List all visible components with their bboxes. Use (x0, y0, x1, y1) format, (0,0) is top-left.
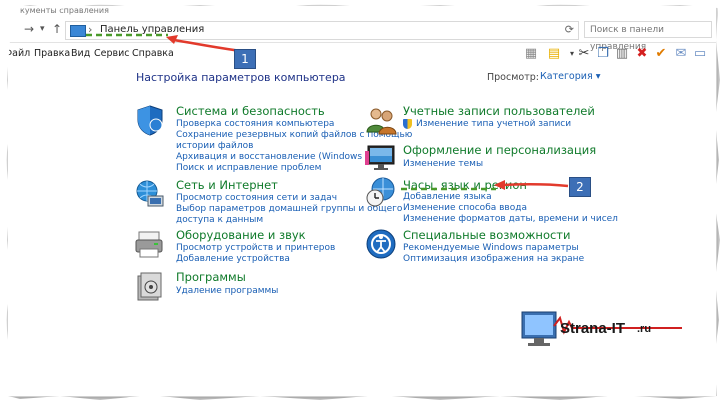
link-troubleshoot[interactable]: Поиск и исправление проблем (176, 163, 321, 174)
category-title-user-accounts[interactable]: Учетные записи пользователей (403, 104, 595, 118)
breadcrumb-control-panel[interactable]: Панель управления (100, 24, 204, 35)
annotation-badge-2: 2 (569, 177, 591, 197)
category-title-network-internet[interactable]: Сеть и Интернет (176, 178, 278, 192)
recent-dropdown-icon[interactable]: ▾ (40, 24, 45, 34)
category-title-system-security[interactable]: Система и безопасность (176, 104, 325, 118)
link-optimize-display[interactable]: Оптимизация изображения на экране (403, 254, 584, 265)
shield-icon (137, 105, 163, 136)
menu-help[interactable]: Справка (132, 48, 174, 59)
folder-icon[interactable]: ▤ (546, 46, 562, 62)
annotation-badge-1: 1 (234, 49, 256, 69)
view-by-dropdown[interactable]: Категория ▾ (536, 69, 604, 84)
clipped-window-title: кументы справления (20, 6, 109, 15)
printer-icon (135, 231, 163, 258)
page-title: Настройка параметров компьютера (136, 71, 346, 84)
link-network-status[interactable]: Просмотр состояния сети и задач (176, 193, 337, 204)
category-title-ease-of-access[interactable]: Специальные возможности (403, 228, 570, 242)
link-change-theme[interactable]: Изменение темы (403, 159, 483, 170)
link-homegroup-sharing-cont[interactable]: доступа к данным (176, 215, 263, 226)
link-change-input-method[interactable]: Изменение способа ввода (403, 203, 527, 214)
menu-edit[interactable]: Правка (34, 48, 70, 59)
link-file-history-backup-cont[interactable]: истории файлов (176, 141, 253, 152)
forward-arrow-icon[interactable]: → (24, 22, 34, 36)
link-uninstall-program[interactable]: Удаление программы (176, 286, 278, 297)
delete-icon[interactable]: ✖ (634, 46, 650, 62)
watermark-logo: Strana-IT .ru (516, 306, 686, 358)
menu-tools[interactable]: Сервис (94, 48, 130, 59)
breadcrumb-chevron-icon[interactable]: › (88, 23, 92, 36)
link-change-account-type[interactable]: Изменение типа учетной записи (416, 119, 571, 130)
view-by-value: Категория (540, 71, 593, 82)
category-title-programs[interactable]: Программы (176, 270, 246, 284)
address-bar-row: → ▾ ↑ › Панель управления ⟳ Поиск в пане… (8, 18, 716, 52)
envelope-icon[interactable]: ▭ (692, 46, 708, 62)
link-add-language[interactable]: Добавление языка (403, 192, 492, 203)
link-change-formats[interactable]: Изменение форматов даты, времени и чисел (403, 214, 618, 225)
refresh-icon[interactable]: ⟳ (565, 23, 574, 36)
checkmark-icon[interactable]: ✔ (653, 46, 669, 62)
grid-view-icon[interactable]: ▦ (523, 46, 539, 62)
copy-icon[interactable]: ❐ (595, 46, 611, 62)
link-devices-printers[interactable]: Просмотр устройств и принтеров (176, 243, 335, 254)
uac-shield-icon (403, 119, 412, 129)
accessibility-icon (366, 229, 396, 259)
paste-icon[interactable]: ▥ (614, 46, 630, 62)
view-by-label: Просмотр: (487, 72, 539, 83)
clock-globe-icon (366, 177, 395, 207)
menu-view[interactable]: Вид (71, 48, 90, 59)
menu-bar: Файл Правка Вид Сервис Справка ▦ ▤ ▾ ✂ ❐… (8, 43, 716, 65)
category-title-appearance[interactable]: Оформление и персонализация (403, 143, 596, 157)
monitor-icon (365, 145, 395, 170)
watermark-brand: Strana-IT (560, 320, 626, 337)
up-arrow-icon[interactable]: ↑ (52, 22, 62, 36)
cut-icon[interactable]: ✂ (576, 46, 592, 62)
menu-file[interactable]: Файл (8, 48, 30, 59)
users-icon (366, 108, 397, 135)
programs-icon (137, 272, 162, 301)
link-recommended-settings[interactable]: Рекомендуемые Windows параметры (403, 243, 579, 254)
link-backup-restore[interactable]: Архивация и восстановление (Windows 7) (176, 152, 374, 163)
category-title-clock-language-region[interactable]: Часы, язык и регион (403, 178, 527, 192)
mail-icon[interactable]: ✉ (673, 46, 689, 62)
address-field[interactable]: › Панель управления ⟳ (65, 21, 579, 40)
link-add-device[interactable]: Добавление устройства (176, 254, 290, 265)
link-check-computer-status[interactable]: Проверка состояния компьютера (176, 119, 334, 130)
control-panel-window: кументы справления → ▾ ↑ › Панель управл… (8, 6, 716, 396)
watermark-suffix: .ru (637, 323, 652, 335)
search-input[interactable]: Поиск в панели управления (584, 21, 712, 52)
chevron-down-icon: ▾ (595, 71, 601, 82)
category-title-hardware-sound[interactable]: Оборудование и звук (176, 228, 306, 242)
network-globe-icon (136, 180, 164, 207)
control-panel-icon (70, 25, 86, 37)
